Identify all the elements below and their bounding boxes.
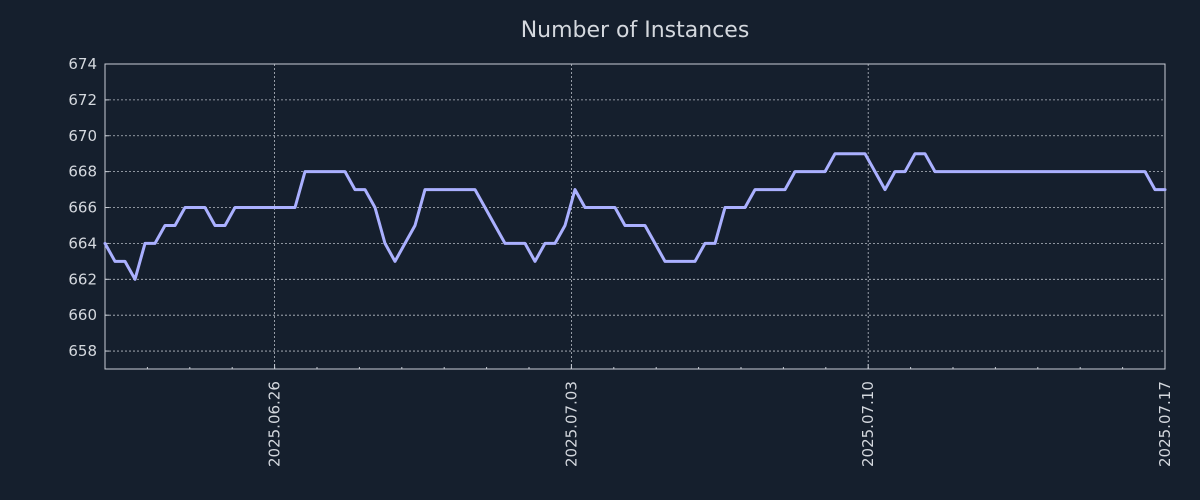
y-tick-label: 662 bbox=[68, 270, 97, 288]
x-tick-label: 2025.07.03 bbox=[562, 381, 580, 467]
y-tick-label: 672 bbox=[68, 91, 97, 109]
series-line bbox=[103, 152, 1167, 281]
tick-labels: 658 660 662 664 666 668 670 672 674 2025.06.26 202… bbox=[68, 55, 1174, 467]
grid-lines bbox=[105, 63, 1166, 369]
y-tick-label: 660 bbox=[68, 306, 97, 324]
y-tick-label: 664 bbox=[68, 234, 97, 252]
chart-title: Number of Instances bbox=[521, 18, 750, 43]
x-tick-label: 2025.07.17 bbox=[1156, 381, 1174, 467]
plot-area-border bbox=[104, 63, 1166, 370]
axes bbox=[104, 63, 1166, 370]
line-chart: Number of Instances 658 660 662 664 666 668 67… bbox=[68, 18, 1174, 467]
y-tick-label: 670 bbox=[68, 127, 97, 145]
x-tick-label: 2025.07.10 bbox=[859, 381, 877, 467]
y-tick-label: 668 bbox=[68, 163, 97, 181]
x-tick-label: 2025.06.26 bbox=[266, 381, 284, 467]
chart-frame: Number of Instances 658 660 662 664 666 668 67… bbox=[0, 0, 1200, 500]
y-tick-label: 658 bbox=[68, 342, 97, 360]
y-tick-label: 674 bbox=[68, 55, 97, 73]
y-tick-label: 666 bbox=[68, 199, 97, 217]
series-layer bbox=[103, 152, 1167, 281]
